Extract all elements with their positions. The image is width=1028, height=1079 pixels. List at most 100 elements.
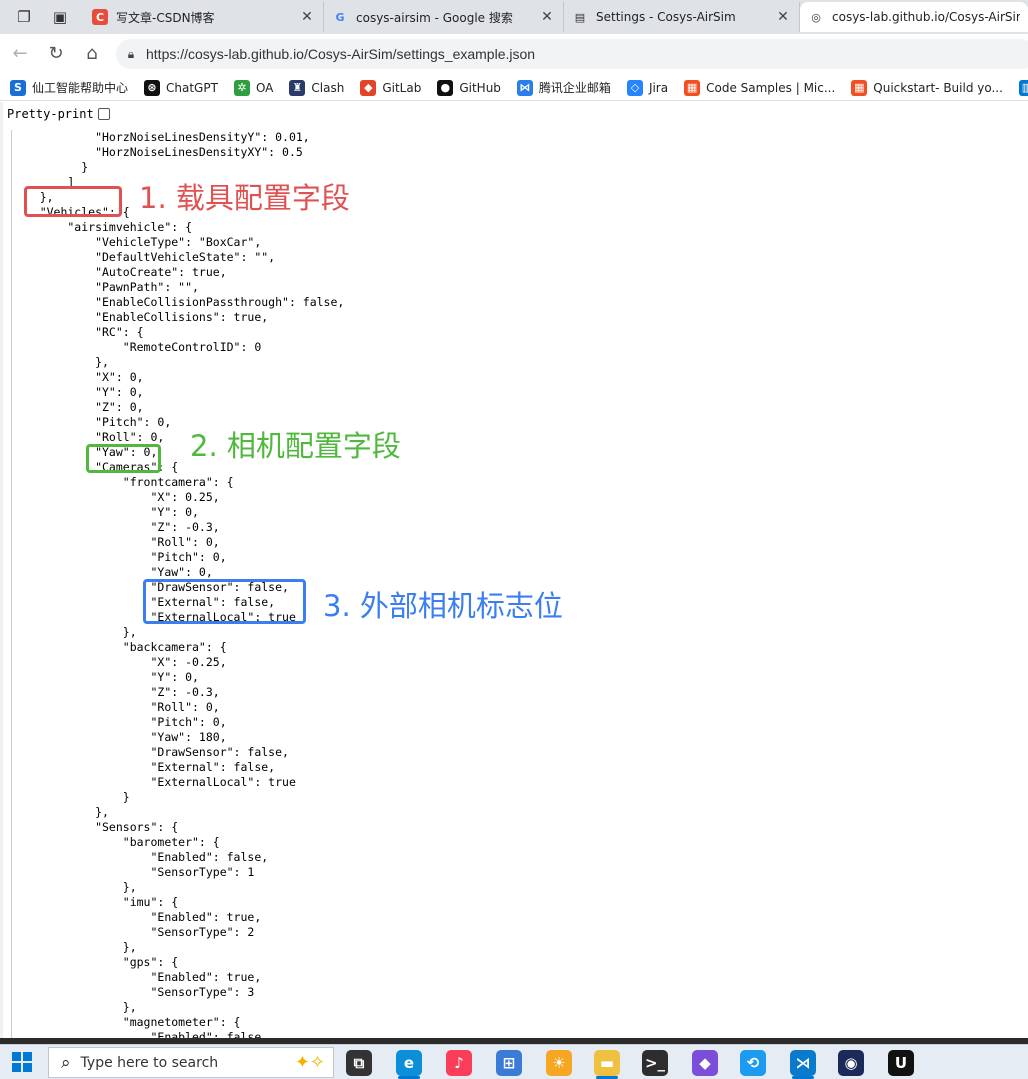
bookmark-item[interactable]: ● GitHub xyxy=(437,79,501,96)
json-line: "EnableCollisionPassthrough": false, xyxy=(12,295,345,309)
tab-settings-cosys[interactable]: ▤ Settings - Cosys-AirSim ✕ xyxy=(564,2,800,32)
search-icon: ⌕ xyxy=(61,1052,71,1073)
json-line: "RemoteControlID": 0 xyxy=(12,340,262,354)
json-line: }, xyxy=(12,880,137,894)
pretty-print-label: Pretty-print xyxy=(7,107,94,121)
music-icon[interactable]: ♪ xyxy=(446,1050,472,1076)
json-line: "gps": { xyxy=(12,955,179,969)
json-line: "X": 0.25, xyxy=(12,490,220,504)
oa-icon: ✲ xyxy=(233,79,250,96)
pretty-print-checkbox[interactable] xyxy=(97,108,110,120)
json-line: "magnetometer": { xyxy=(12,1015,241,1029)
workspaces-icon[interactable]: ❐ xyxy=(14,7,34,27)
tab-title: 写文章-CSDN博客 xyxy=(116,10,215,25)
reload-icon[interactable]: ↻ xyxy=(44,42,68,66)
close-icon[interactable]: ✕ xyxy=(539,9,555,25)
azure-icon: ▥ xyxy=(1018,79,1028,96)
back-icon[interactable]: ← xyxy=(8,42,32,66)
clash-icon: ♜ xyxy=(289,79,306,96)
vertical-tabs-icon[interactable]: ▣ xyxy=(50,7,70,27)
obsidian-icon[interactable]: ◆ xyxy=(692,1050,718,1076)
json-line: "Enabled": false, xyxy=(12,850,269,864)
json-line: }, xyxy=(12,940,137,954)
terminal-icon[interactable]: >_ xyxy=(642,1050,668,1076)
page-content: Pretty-print "HorzNoiseLinesDensityY": 0… xyxy=(0,102,1028,1038)
json-line: "Yaw": 180, xyxy=(12,730,227,744)
bookmark-item[interactable]: ✲ OA xyxy=(233,79,273,96)
external-callout-label: 3. 外部相机标志位 xyxy=(323,589,563,623)
seer-icon: S xyxy=(10,79,26,96)
json-line: "SensorType": 3 xyxy=(12,985,255,999)
taskbar-search[interactable]: ⌕ Type here to search ✦✧ xyxy=(48,1047,334,1078)
json-line: "Y": 0, xyxy=(12,670,199,684)
jira-icon: ◇ xyxy=(626,79,643,96)
json-line: "Pitch": 0, xyxy=(12,415,172,429)
address-toolbar: ← ↻ ⌂ 🔒︎ https://cosys-lab.github.io/Cos… xyxy=(0,34,1028,74)
bookmark-label: 仙工智能帮助中心 xyxy=(32,81,129,95)
json-line: "VehicleType": "BoxCar", xyxy=(12,235,262,249)
windows-start-icon[interactable] xyxy=(12,1052,32,1072)
json-line: "SensorType": 2 xyxy=(12,925,255,939)
vscode-icon[interactable]: ⋊ xyxy=(790,1050,816,1076)
json-line: }, xyxy=(12,1000,137,1014)
file-explorer-icon[interactable]: ▬ xyxy=(594,1050,620,1076)
json-line: }, xyxy=(12,805,109,819)
bookmark-item[interactable]: ▦ Code Samples | Mic... xyxy=(684,79,836,96)
bookmark-item[interactable]: ♜ Clash xyxy=(289,79,344,96)
chatgpt-icon: ⊛ xyxy=(144,79,161,96)
close-icon[interactable]: ✕ xyxy=(775,9,791,25)
json-line: "SensorType": 1 xyxy=(12,865,255,879)
json-line: "barometer": { xyxy=(12,835,220,849)
search-placeholder: Type here to search xyxy=(80,1054,219,1071)
close-icon[interactable]: ✕ xyxy=(299,9,315,25)
github-icon: ● xyxy=(437,79,454,96)
tab-google-search[interactable]: G cosys-airsim - Google 搜索 ✕ xyxy=(324,2,564,32)
json-line: "Roll": 0, xyxy=(12,430,165,444)
bookmark-item[interactable]: ◆ GitLab xyxy=(360,79,421,96)
tab-title: cosys-airsim - Google 搜索 xyxy=(356,10,513,25)
task-view-icon[interactable]: ⧉ xyxy=(346,1050,372,1076)
bookmark-label: Code Samples | Mic... xyxy=(706,80,836,95)
app-icon[interactable]: ◉ xyxy=(838,1050,864,1076)
sync-icon[interactable]: ⟲ xyxy=(740,1050,766,1076)
bookmark-item[interactable]: ⊛ ChatGPT xyxy=(144,79,218,96)
tab-title: Settings - Cosys-AirSim xyxy=(596,10,736,24)
json-line: "HorzNoiseLinesDensityY": 0.01, xyxy=(12,130,310,144)
tab-title: cosys-lab.github.io/Cosys-AirSim/ xyxy=(832,10,1020,24)
store-icon[interactable]: ⊞ xyxy=(496,1050,522,1076)
url-text[interactable]: https://cosys-lab.github.io/Cosys-AirSim… xyxy=(146,46,535,62)
json-line: "HorzNoiseLinesDensityXY": 0.5 xyxy=(12,145,303,159)
json-line: "Y": 0, xyxy=(12,505,199,519)
json-line: "Roll": 0, xyxy=(12,700,220,714)
unreal-icon[interactable]: U xyxy=(888,1050,914,1076)
edge-icon[interactable]: e xyxy=(396,1050,422,1076)
json-line: "X": -0.25, xyxy=(12,655,227,669)
bookmarks-bar: S 仙工智能帮助中心 ⊛ ChatGPT ✲ OA ♜ Clash ◆ GitLab ● GitHub… xyxy=(0,75,1028,101)
cameras-callout-label: 2. 相机配置字段 xyxy=(190,429,401,463)
lock-icon[interactable]: 🔒︎ xyxy=(116,47,146,62)
tencent-mail-icon: ⋈ xyxy=(516,79,533,96)
tab-json-active[interactable]: ◎ cosys-lab.github.io/Cosys-AirSim/ xyxy=(800,2,1028,32)
bookmark-item[interactable]: S 仙工智能帮助中心 xyxy=(10,79,128,96)
pretty-print-toggle[interactable]: Pretty-print xyxy=(7,107,110,121)
home-icon[interactable]: ⌂ xyxy=(80,42,104,66)
tab-csdn[interactable]: C 写文章-CSDN博客 ✕ xyxy=(84,2,324,32)
bookmark-item[interactable]: ◇ Jira xyxy=(626,79,668,96)
json-line: "Z": -0.3, xyxy=(12,685,220,699)
bookmark-item[interactable]: ⋈ 腾讯企业邮箱 xyxy=(516,79,611,96)
bookmark-label: 腾讯企业邮箱 xyxy=(538,81,611,95)
weather-icon[interactable]: ☀ xyxy=(546,1050,572,1076)
globe-icon: ◎ xyxy=(811,10,821,24)
json-line: "Y": 0, xyxy=(12,385,144,399)
taskbar: ⌕ Type here to search ✦✧ ⧉ e ♪ ⊞ ☀ ▬ >_ ◆ ⟲ ⋊ ◉ U xyxy=(0,1044,1028,1079)
address-bar[interactable]: 🔒︎ https://cosys-lab.github.io/Cosys-Air… xyxy=(116,39,1028,69)
json-line: }, xyxy=(12,625,137,639)
external-flags-highlight-box xyxy=(143,579,306,624)
bookmark-item[interactable]: ▥Create xyxy=(1018,79,1028,96)
bookmark-item[interactable]: ▦ Quickstart- Build yo... xyxy=(851,79,1003,96)
microsoft-icon: ▦ xyxy=(851,79,868,96)
json-line: "frontcamera": { xyxy=(12,475,234,489)
tab-strip: ❐ ▣ C 写文章-CSDN博客 ✕ G cosys-airsim - Goog… xyxy=(0,0,1028,34)
copilot-sparkle-icon[interactable]: ✦✧ xyxy=(295,1052,325,1073)
json-line: } xyxy=(12,790,130,804)
